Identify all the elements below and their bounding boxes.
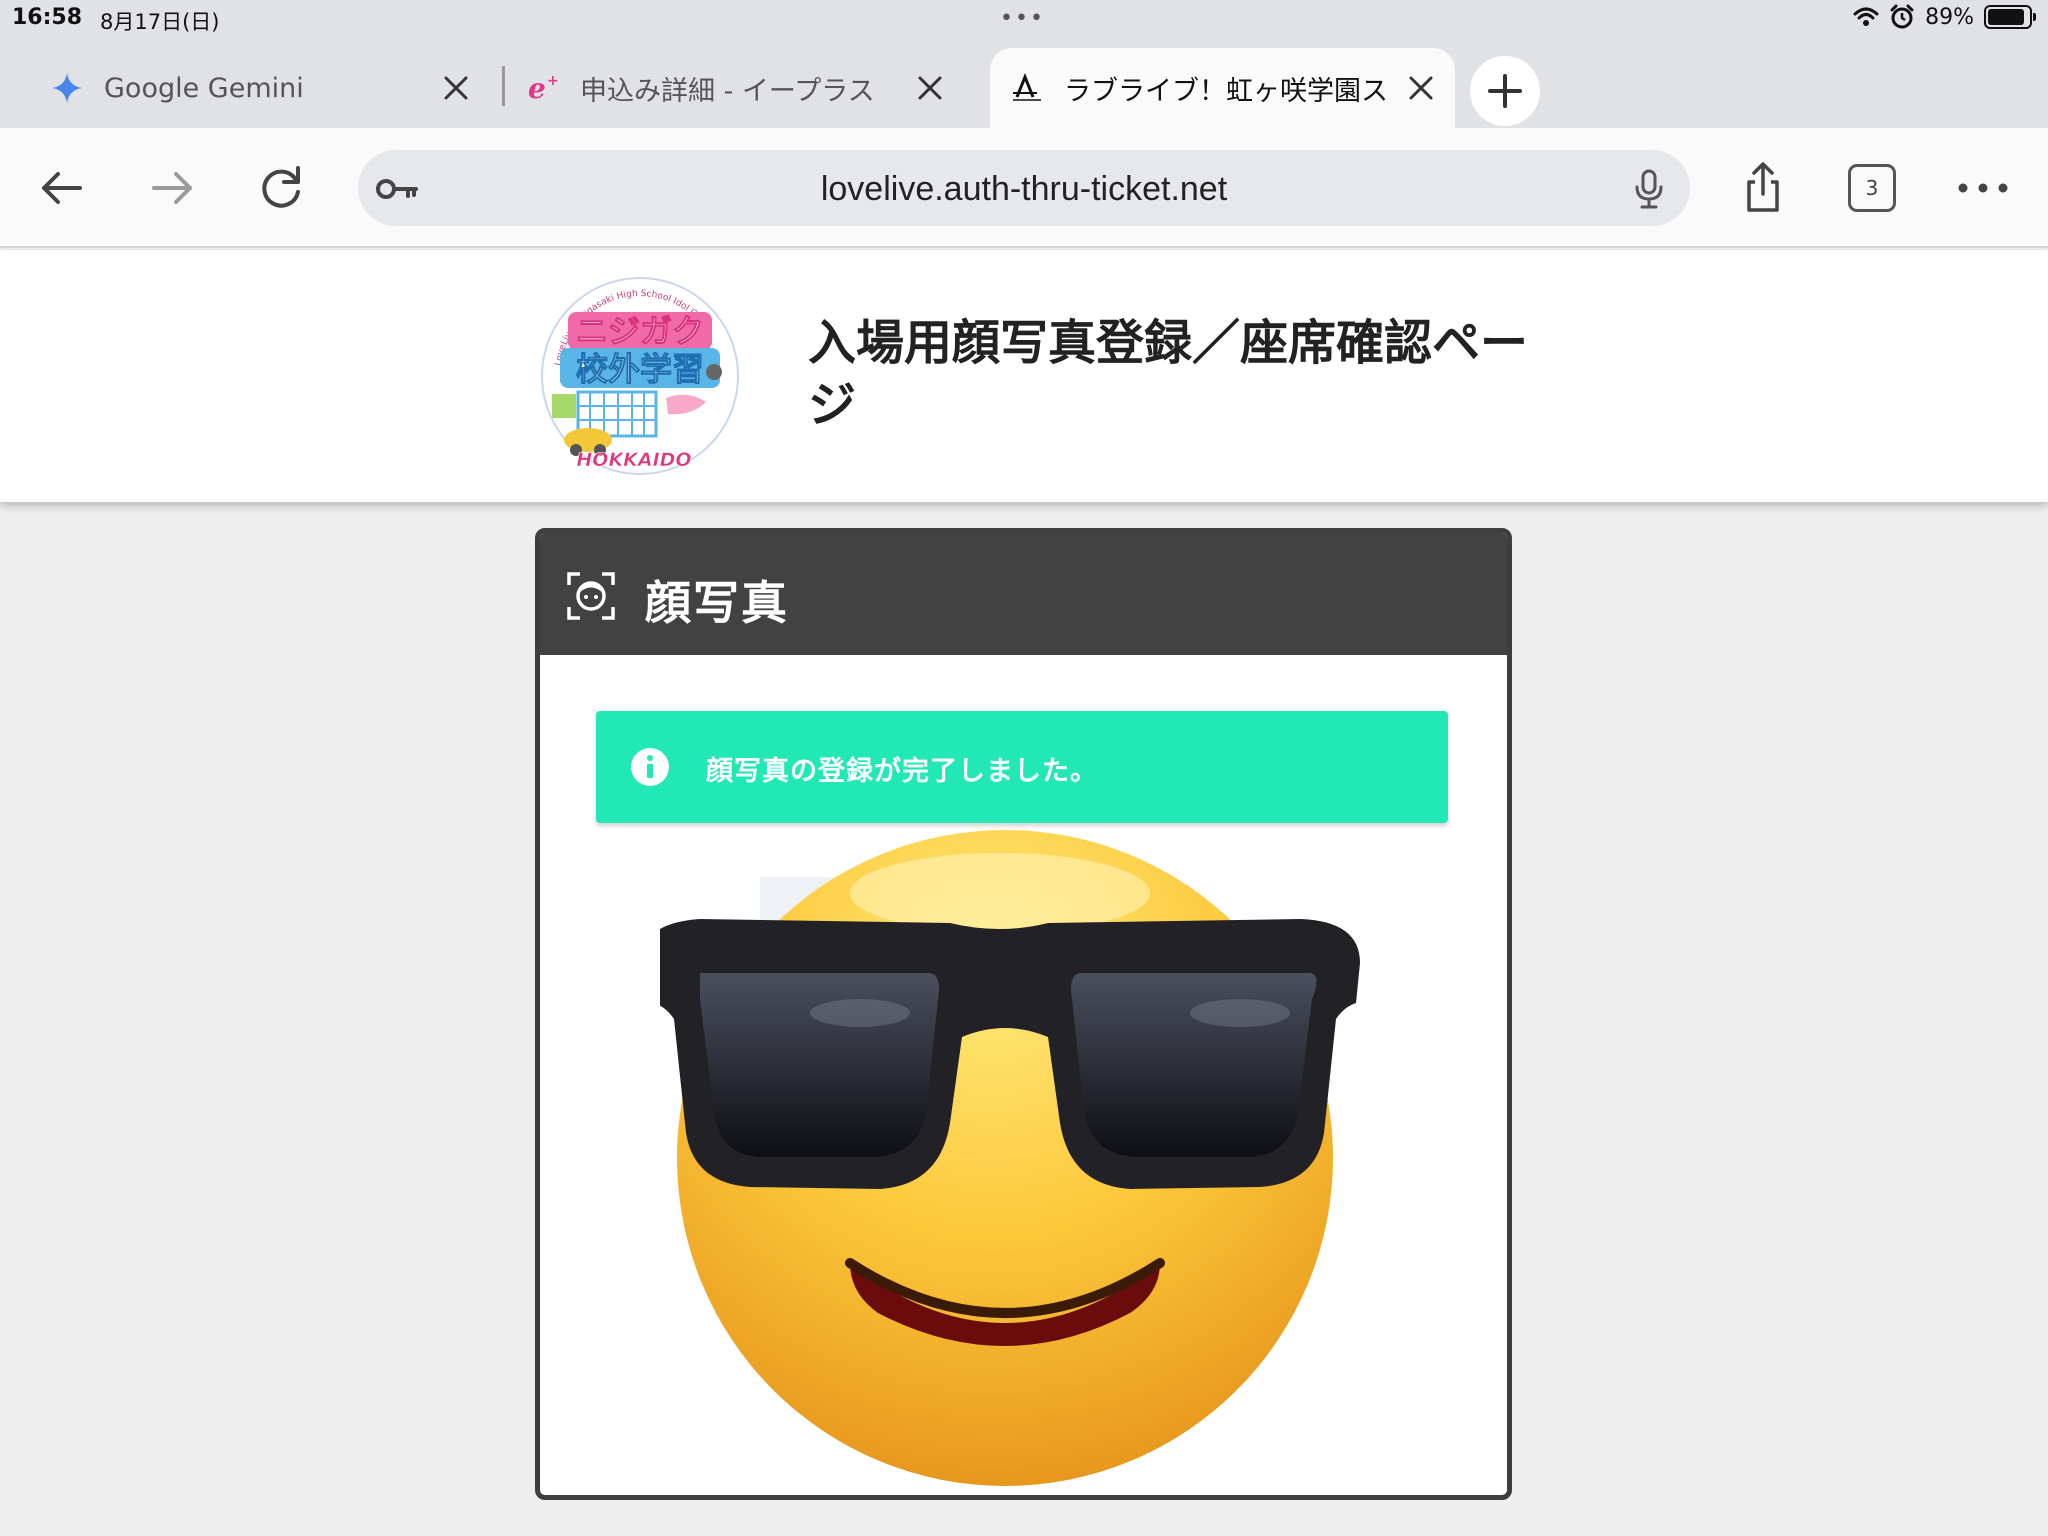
tab-count-button[interactable]: 3: [1848, 164, 1896, 212]
battery-level: [1988, 9, 2024, 25]
registered-face-photo: [660, 830, 1360, 1486]
close-icon[interactable]: [910, 68, 950, 108]
multitask-dots-icon[interactable]: •••: [1000, 6, 1045, 31]
logo-sub-text: HOKKAIDO: [576, 449, 691, 471]
tab-title: ラブライブ！虹ヶ咲学園ス: [1064, 75, 1388, 107]
more-options-icon[interactable]: [1953, 158, 2013, 218]
status-bar: 16:58 8月17日(日) ••• 89%: [0, 0, 2048, 40]
reload-icon[interactable]: [252, 158, 312, 218]
face-photo-card: 顔写真 顔写真の登録が完了しました。: [535, 528, 1512, 1500]
battery-percent: 89%: [1925, 4, 1974, 30]
tab-google-gemini[interactable]: Google Gemini: [0, 48, 490, 128]
svg-text:+: +: [547, 73, 559, 89]
share-icon[interactable]: [1733, 158, 1793, 218]
wifi-icon: [1853, 7, 1879, 26]
browser-toolbar: lovelive.auth-thru-ticket.net 3: [0, 128, 2048, 248]
status-time: 16:58: [12, 5, 83, 30]
face-scan-icon: [567, 572, 615, 620]
alarm-icon: [1890, 4, 1914, 29]
tab-title: Google Gemini: [104, 72, 304, 104]
logo-main-text-1: ニジガク: [576, 312, 704, 350]
gemini-icon: [52, 73, 82, 103]
battery-icon: [1984, 5, 2036, 29]
tab-eplus[interactable]: e + 申込み詳細 - イープラス: [504, 48, 964, 128]
event-logo[interactable]: LoveLive! Nijigasaki High School Idol Cl…: [538, 274, 742, 486]
url-text[interactable]: lovelive.auth-thru-ticket.net: [358, 170, 1690, 209]
web-page: LoveLive! Nijigasaki High School Idol Cl…: [0, 250, 2048, 1536]
address-bar[interactable]: lovelive.auth-thru-ticket.net: [358, 150, 1690, 226]
info-icon: [631, 748, 669, 786]
tab-lovelive-active[interactable]: ラブライブ！虹ヶ咲学園ス: [990, 48, 1455, 128]
forward-arrow-icon[interactable]: [142, 158, 202, 218]
tab-strip: Google Gemini e + 申込み詳細 - イープラス ラブライブ！虹ヶ…: [0, 40, 2048, 128]
page-title: 入場用顔写真登録／座席確認ページ: [808, 315, 1529, 433]
success-notice: 顔写真の登録が完了しました。: [596, 711, 1448, 823]
logo-main-text-2: 校外学習: [576, 350, 704, 388]
tab-title: 申込み詳細 - イープラス: [580, 75, 875, 107]
microphone-icon[interactable]: [1630, 168, 1668, 210]
card-title: 顔写真: [645, 576, 789, 630]
card-header: 顔写真: [540, 533, 1507, 655]
eplus-icon: e +: [528, 72, 559, 105]
notice-text: 顔写真の登録が完了しました。: [706, 756, 1098, 787]
site-header: LoveLive! Nijigasaki High School Idol Cl…: [0, 250, 2048, 502]
auth-thru-icon: [1013, 72, 1041, 101]
status-date: 8月17日(日): [100, 10, 220, 34]
close-icon[interactable]: [1401, 68, 1441, 108]
new-tab-button[interactable]: [1470, 56, 1540, 126]
back-arrow-icon[interactable]: [32, 158, 92, 218]
close-icon[interactable]: [436, 68, 476, 108]
svg-text:e: e: [528, 72, 546, 105]
